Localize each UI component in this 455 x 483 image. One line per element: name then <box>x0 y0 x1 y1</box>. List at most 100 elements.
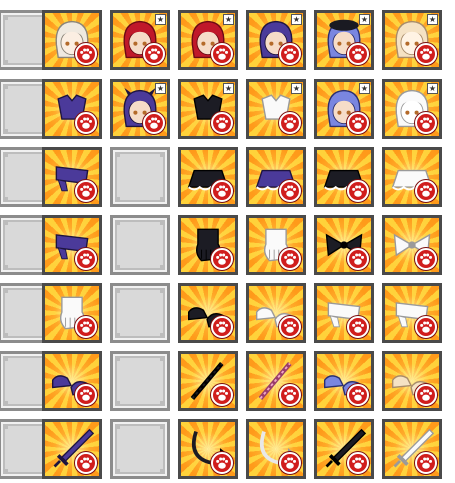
paw-badge-icon <box>279 452 301 474</box>
inventory-slot[interactable] <box>178 283 238 343</box>
paw-badge-icon <box>415 112 437 134</box>
slot-corner <box>3 424 8 429</box>
paw-badge-icon <box>279 384 301 406</box>
inventory-slot[interactable] <box>382 351 442 411</box>
paw-badge-icon <box>347 452 369 474</box>
inventory-slot[interactable] <box>246 351 306 411</box>
slot-corner <box>3 15 8 20</box>
paw-badge-icon <box>211 43 233 65</box>
inventory-slot[interactable] <box>42 79 102 139</box>
inventory-slot[interactable] <box>382 419 442 479</box>
slot-corner <box>160 152 165 157</box>
slot-corner <box>115 265 120 270</box>
inventory-slot[interactable] <box>42 10 102 70</box>
star-badge-icon: ★ <box>427 14 438 25</box>
paw-badge-icon <box>279 248 301 270</box>
slot-corner <box>160 265 165 270</box>
empty-inventory-slot[interactable] <box>110 419 170 479</box>
empty-inventory-slot[interactable] <box>110 351 170 411</box>
paw-badge-icon <box>75 180 97 202</box>
inventory-slot[interactable]: ★ <box>246 10 306 70</box>
slot-corner <box>3 288 8 293</box>
star-badge-icon: ★ <box>427 83 438 94</box>
slot-corner <box>3 356 8 361</box>
inventory-slot[interactable] <box>246 419 306 479</box>
paw-badge-icon <box>75 316 97 338</box>
paw-badge-icon <box>415 43 437 65</box>
inventory-slot[interactable]: ★ <box>178 10 238 70</box>
inventory-slot[interactable] <box>314 351 374 411</box>
star-badge-icon: ★ <box>359 83 370 94</box>
slot-corner <box>160 220 165 225</box>
empty-inventory-slot[interactable] <box>110 215 170 275</box>
inventory-slot[interactable] <box>42 419 102 479</box>
slot-corner <box>160 197 165 202</box>
paw-badge-icon <box>211 316 233 338</box>
inventory-slot[interactable]: ★ <box>110 10 170 70</box>
inventory-slot[interactable] <box>314 215 374 275</box>
slot-corner <box>115 333 120 338</box>
inventory-slot[interactable]: ★ <box>382 10 442 70</box>
star-badge-icon: ★ <box>155 83 166 94</box>
slot-corner <box>160 401 165 406</box>
inventory-slot[interactable] <box>314 419 374 479</box>
star-badge-icon: ★ <box>359 14 370 25</box>
inventory-slot[interactable]: ★ <box>314 10 374 70</box>
slot-corner <box>115 469 120 474</box>
inventory-slot[interactable]: ★ <box>246 79 306 139</box>
paw-badge-icon <box>279 180 301 202</box>
inventory-slot[interactable] <box>178 351 238 411</box>
paw-badge-icon <box>75 248 97 270</box>
inventory-slot[interactable]: ★ <box>314 79 374 139</box>
paw-badge-icon <box>75 112 97 134</box>
inventory-slot[interactable] <box>382 215 442 275</box>
paw-badge-icon <box>347 316 369 338</box>
slot-corner <box>160 469 165 474</box>
paw-badge-icon <box>75 452 97 474</box>
inventory-slot[interactable] <box>42 147 102 207</box>
paw-badge-icon <box>75 384 97 406</box>
inventory-slot[interactable] <box>178 215 238 275</box>
inventory-slot[interactable] <box>42 351 102 411</box>
inventory-slot[interactable] <box>178 419 238 479</box>
paw-badge-icon <box>75 43 97 65</box>
paw-badge-icon <box>211 384 233 406</box>
slot-corner <box>3 84 8 89</box>
paw-badge-icon <box>415 316 437 338</box>
slot-corner <box>115 288 120 293</box>
paw-badge-icon <box>143 112 165 134</box>
inventory-grid: ★ ★ ★ ★ ★ ★ ★ ★ ★ ★ <box>0 0 455 483</box>
slot-corner <box>160 288 165 293</box>
inventory-slot[interactable] <box>246 283 306 343</box>
empty-inventory-slot[interactable] <box>110 283 170 343</box>
paw-badge-icon <box>211 452 233 474</box>
inventory-slot[interactable]: ★ <box>110 79 170 139</box>
slot-corner <box>115 424 120 429</box>
paw-badge-icon <box>347 248 369 270</box>
star-badge-icon: ★ <box>155 14 166 25</box>
paw-badge-icon <box>143 43 165 65</box>
inventory-slot[interactable] <box>246 215 306 275</box>
inventory-slot[interactable] <box>382 147 442 207</box>
paw-badge-icon <box>211 112 233 134</box>
inventory-slot[interactable] <box>314 283 374 343</box>
empty-inventory-slot[interactable] <box>110 147 170 207</box>
inventory-slot[interactable]: ★ <box>382 79 442 139</box>
inventory-slot[interactable] <box>314 147 374 207</box>
slot-corner <box>3 60 8 65</box>
slot-corner <box>115 152 120 157</box>
paw-badge-icon <box>211 180 233 202</box>
inventory-slot[interactable] <box>42 283 102 343</box>
slot-corner <box>3 265 8 270</box>
inventory-slot[interactable] <box>42 215 102 275</box>
slot-corner <box>115 356 120 361</box>
inventory-slot[interactable]: ★ <box>178 79 238 139</box>
slot-corner <box>3 469 8 474</box>
inventory-slot[interactable] <box>382 283 442 343</box>
inventory-slot[interactable] <box>246 147 306 207</box>
slot-corner <box>115 220 120 225</box>
paw-badge-icon <box>279 316 301 338</box>
inventory-slot[interactable] <box>178 147 238 207</box>
paw-badge-icon <box>415 248 437 270</box>
paw-badge-icon <box>279 43 301 65</box>
